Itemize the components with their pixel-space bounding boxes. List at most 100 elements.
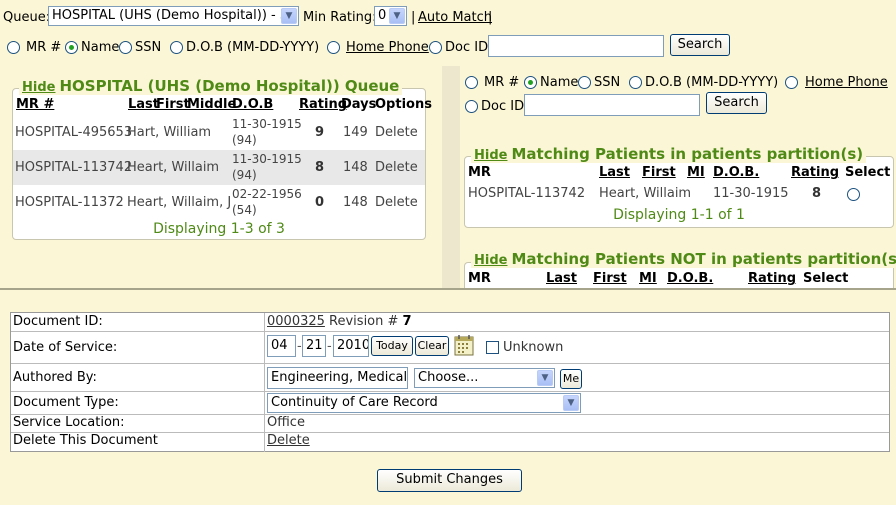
doc-id-link[interactable]: 0000325 <box>267 314 325 329</box>
delete-value: Delete <box>267 433 889 452</box>
queue-panel-title: Hide HOSPITAL (UHS (Demo Hospital)) Queue <box>19 77 403 95</box>
dos-value: 04 - 21 - 2010 Today Clear Unknown <box>267 332 889 363</box>
row-mr: HOSPITAL-11372 <box>15 195 124 210</box>
form-row-doctype: Document Type: Continuity of Care Record… <box>11 392 889 415</box>
col-mi[interactable]: MI <box>639 271 657 286</box>
row-select-radio[interactable] <box>847 188 860 201</box>
row-age: (54) <box>232 203 257 217</box>
col-days: Days <box>341 97 377 112</box>
dos-label: Date of Service: <box>11 332 265 363</box>
right-search-dob-radio[interactable] <box>629 76 642 89</box>
search-input[interactable] <box>488 35 664 57</box>
queue-panel: MR # Last First Middle D.O.B Rating Days… <box>12 88 432 240</box>
authored-value: Engineering, Medical In Choose... ▼ Me <box>267 364 889 391</box>
row-mr: HOSPITAL-495653 <box>15 125 133 140</box>
notmatch-hide-link[interactable]: Hide <box>474 253 507 268</box>
right-search-docid-radio[interactable] <box>465 100 478 113</box>
me-button[interactable]: Me <box>560 369 582 389</box>
search-phone-label[interactable]: Home Phone <box>346 40 429 55</box>
search-docid-radio[interactable] <box>429 41 442 54</box>
right-search-mr-label: MR # <box>484 75 520 90</box>
queue-hide-link[interactable]: Hide <box>22 80 55 95</box>
table-row[interactable]: HOSPITAL-495653 Hart, William 11-30-1915… <box>13 115 425 150</box>
col-options: Options <box>375 97 432 112</box>
search-button[interactable]: Search <box>670 34 730 56</box>
form-row-delete: Delete This Document Delete <box>11 433 889 452</box>
location-label: Service Location: <box>11 415 265 432</box>
dos-day-input[interactable]: 21 <box>302 335 326 357</box>
doc-id-value: 0000325 Revision # 7 <box>267 313 889 331</box>
col-mi[interactable]: MI <box>687 165 705 180</box>
today-button[interactable]: Today <box>371 336 413 356</box>
table-row[interactable]: HOSPITAL-113742 Heart, Willaim 11-30-191… <box>13 150 425 185</box>
right-search-ssn-radio[interactable] <box>578 76 591 89</box>
unknown-checkbox[interactable] <box>486 341 499 354</box>
col-last[interactable]: Last <box>599 165 630 180</box>
doctype-select[interactable]: Continuity of Care Record ▼ <box>267 393 581 413</box>
search-docid-label: Doc ID <box>445 40 489 55</box>
chevron-down-icon: ▼ <box>389 8 405 24</box>
col-rating[interactable]: Rating <box>791 165 839 180</box>
chevron-down-icon: ▼ <box>563 395 579 411</box>
col-middle[interactable]: Middle <box>187 97 236 112</box>
right-search-input[interactable] <box>524 94 700 116</box>
unknown-label: Unknown <box>503 340 564 355</box>
date-separator: - <box>327 339 332 354</box>
table-row[interactable]: HOSPITAL-113742 Heart, Willaim 11-30-191… <box>465 183 893 205</box>
authored-choose-select[interactable]: Choose... ▼ <box>414 368 555 388</box>
search-dob-radio[interactable] <box>170 41 183 54</box>
min-rating-select[interactable]: 0 ▼ <box>374 6 407 26</box>
right-search-phone-radio[interactable] <box>785 76 798 89</box>
col-rating[interactable]: Rating <box>299 97 347 112</box>
col-dob[interactable]: D.O.B <box>232 97 273 112</box>
row-delete-link[interactable]: Delete <box>375 195 418 210</box>
calendar-icon[interactable] <box>454 334 474 356</box>
queue-select-value: HOSPITAL (UHS (Demo Hospital)) - 3 <box>52 8 289 23</box>
search-name-radio[interactable] <box>65 41 78 54</box>
right-search-phone-label[interactable]: Home Phone <box>805 75 888 90</box>
right-search-button[interactable]: Search <box>706 92 767 114</box>
col-dob[interactable]: D.O.B. <box>713 165 759 180</box>
match-hide-link[interactable]: Hide <box>474 148 507 163</box>
col-last[interactable]: Last <box>546 271 577 286</box>
right-search-name-radio[interactable] <box>524 76 537 89</box>
chevron-down-icon: ▼ <box>537 370 553 386</box>
table-row[interactable]: HOSPITAL-11372 Heart, Willaim, J 02-22-1… <box>13 185 425 220</box>
col-first[interactable]: First <box>156 97 190 112</box>
row-mr: HOSPITAL-113742 <box>15 160 133 175</box>
row-age: (94) <box>232 133 257 147</box>
auto-match-link[interactable]: Auto Match <box>418 10 492 25</box>
right-search-name-label: Name <box>540 75 579 90</box>
submit-changes-button[interactable]: Submit Changes <box>377 469 522 492</box>
right-search-docid-label: Doc ID <box>481 99 525 114</box>
dos-year-input[interactable]: 2010 <box>333 335 369 357</box>
dos-month-input[interactable]: 04 <box>267 335 296 357</box>
row-dob: 11-30-1915 <box>713 186 789 201</box>
row-age: (94) <box>232 168 257 182</box>
notmatch-title-text: Matching Patients NOT in patients partit… <box>511 250 896 268</box>
col-dob[interactable]: D.O.B. <box>667 271 713 286</box>
search-phone-radio[interactable] <box>327 41 340 54</box>
authored-input[interactable]: Engineering, Medical In <box>267 367 408 389</box>
separator: | <box>411 10 416 25</box>
search-ssn-radio[interactable] <box>119 41 132 54</box>
search-mr-radio[interactable] <box>7 41 20 54</box>
col-rating[interactable]: Rating <box>748 271 796 286</box>
row-delete-link[interactable]: Delete <box>375 160 418 175</box>
pane-splitter[interactable] <box>442 66 460 288</box>
match-panel-title: Hide Matching Patients in patients partit… <box>471 145 867 163</box>
form-row-docid: Document ID: 0000325 Revision # 7 <box>11 313 889 332</box>
col-first[interactable]: First <box>593 271 627 286</box>
queue-title-text: HOSPITAL (UHS (Demo Hospital)) Queue <box>59 77 400 95</box>
col-mr: MR <box>468 165 491 180</box>
col-first[interactable]: First <box>642 165 676 180</box>
right-search-mr-radio[interactable] <box>465 76 478 89</box>
clear-button[interactable]: Clear <box>415 336 449 356</box>
row-rating: 8 <box>315 160 325 175</box>
row-delete-link[interactable]: Delete <box>375 125 418 140</box>
delete-document-link[interactable]: Delete <box>267 433 310 448</box>
col-last[interactable]: Last <box>128 97 159 112</box>
queue-select[interactable]: HOSPITAL (UHS (Demo Hospital)) - 3 ▼ <box>48 6 299 26</box>
row-dob: 11-30-1915 <box>232 117 302 131</box>
col-mr[interactable]: MR # <box>16 97 54 112</box>
